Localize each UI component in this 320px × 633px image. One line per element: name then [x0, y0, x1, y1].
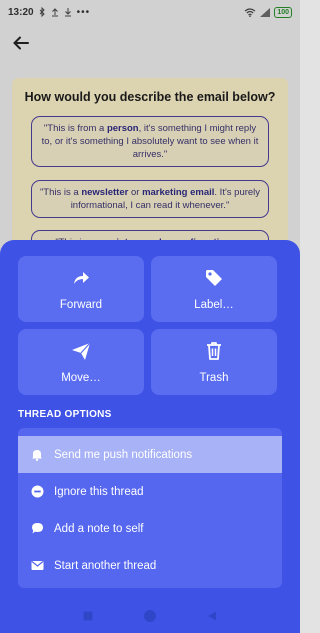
minus-circle-icon	[30, 485, 44, 499]
trash-label: Trash	[199, 372, 229, 384]
forward-icon	[74, 272, 89, 284]
move-button[interactable]: Move…	[18, 329, 144, 395]
speech-bubble-icon	[30, 522, 44, 536]
push-notifications-option[interactable]: Send me push notifications	[18, 436, 282, 473]
home-icon[interactable]	[143, 609, 157, 623]
thread-options-title: THREAD OPTIONS	[18, 409, 112, 420]
system-navigation-bar	[0, 598, 300, 633]
label-label: Label…	[194, 299, 234, 311]
add-note-option[interactable]: Add a note to self	[18, 510, 282, 547]
thread-options-list: Send me push notifications Ignore this t…	[18, 428, 282, 588]
tag-icon	[206, 270, 222, 286]
forward-button[interactable]: Forward	[18, 256, 144, 322]
bell-icon	[30, 448, 44, 462]
move-label: Move…	[61, 372, 101, 384]
push-notifications-label: Send me push notifications	[54, 448, 193, 461]
trash-icon	[207, 342, 221, 360]
trash-button[interactable]: Trash	[151, 329, 277, 395]
start-thread-label: Start another thread	[54, 559, 157, 572]
forward-label: Forward	[59, 299, 103, 311]
add-note-label: Add a note to self	[54, 522, 144, 535]
recents-icon[interactable]	[83, 611, 93, 621]
label-button[interactable]: Label…	[151, 256, 277, 322]
envelope-icon	[30, 559, 44, 573]
send-icon	[72, 342, 91, 360]
ignore-thread-option[interactable]: Ignore this thread	[18, 473, 282, 510]
start-thread-option[interactable]: Start another thread	[18, 547, 282, 584]
back-nav-icon[interactable]	[207, 611, 217, 621]
ignore-thread-label: Ignore this thread	[54, 485, 144, 498]
